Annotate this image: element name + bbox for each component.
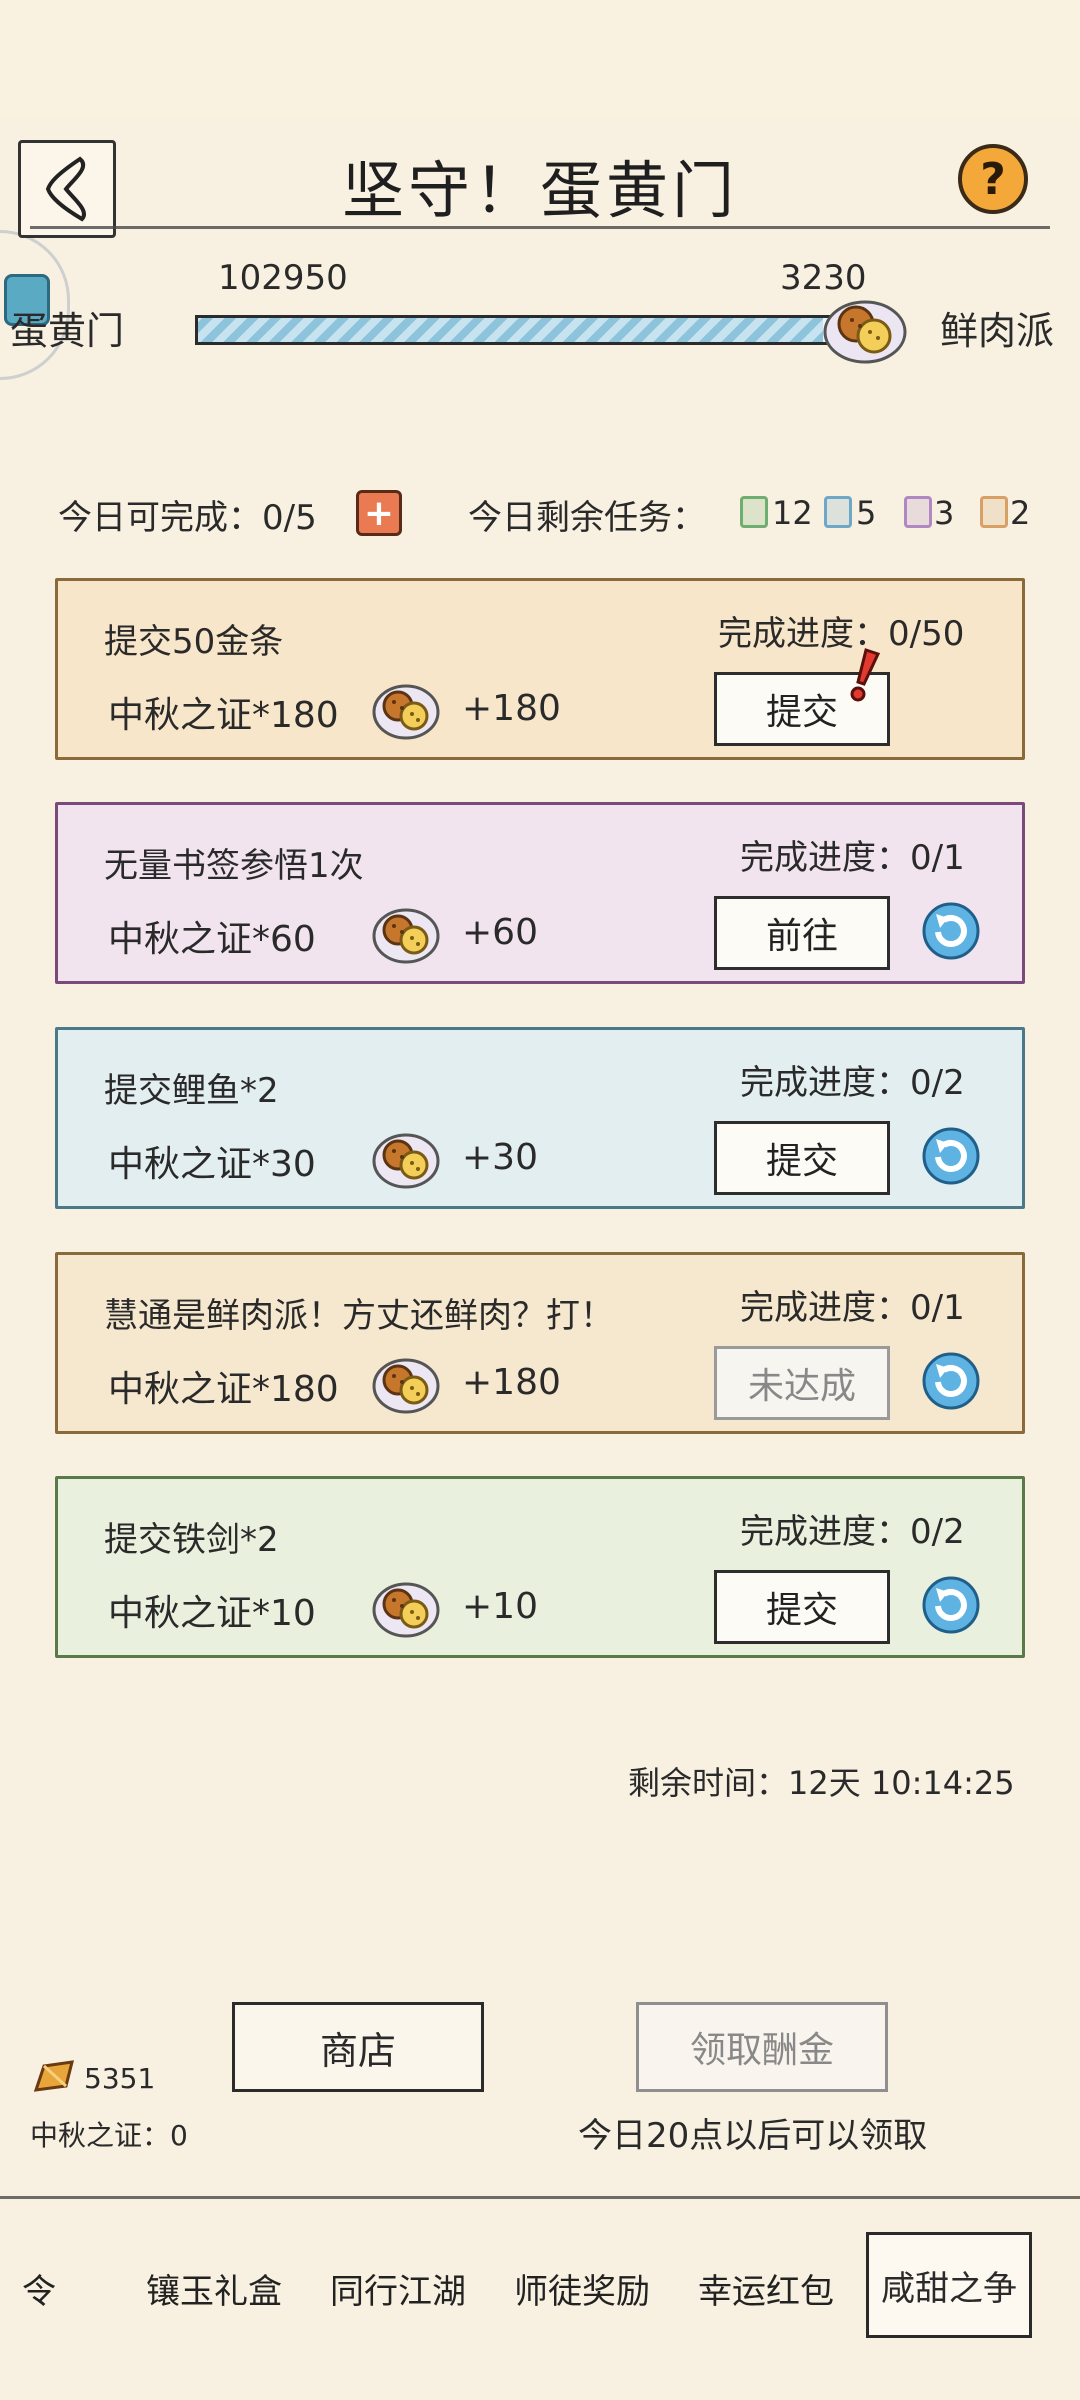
exclamation-icon: [848, 646, 882, 704]
mooncake-icon: [372, 1354, 440, 1414]
task-action-button[interactable]: 前往: [714, 896, 890, 970]
chip-orange-icon: [980, 496, 1008, 528]
daily-completable: 今日可完成：0/5: [58, 498, 317, 538]
chip-purple-count: 3: [934, 494, 955, 532]
task-progress: 完成进度：0/1: [740, 1288, 965, 1328]
task-progress: 完成进度：0/2: [740, 1512, 965, 1552]
left-score: 102950: [218, 258, 348, 298]
gold-count: 5351: [84, 2062, 156, 2095]
top-strip: [0, 0, 1080, 118]
task-title: 提交铁剑*2: [104, 1520, 279, 1560]
task-reward: 中秋之证*60: [108, 919, 316, 960]
refresh-icon[interactable]: [922, 902, 980, 960]
tab-mentor-reward[interactable]: 师徒奖励: [514, 2264, 650, 2313]
mooncake-icon: [372, 1578, 440, 1638]
refresh-icon[interactable]: [922, 1352, 980, 1410]
help-icon: ?: [980, 153, 1006, 205]
tab-lucky-envelope[interactable]: 幸运红包: [698, 2264, 834, 2313]
tab-partial[interactable]: 令: [22, 2264, 56, 2313]
faction-progress-fill: [198, 318, 823, 342]
faction-progress-bar: [195, 315, 845, 345]
tab-jade-gift[interactable]: 镶玉礼盒: [146, 2264, 282, 2313]
task-points: +10: [462, 1586, 538, 1627]
chip-green-icon: [740, 496, 768, 528]
claim-note: 今日20点以后可以领取: [578, 2116, 928, 2156]
refresh-icon[interactable]: [922, 1576, 980, 1634]
task-reward: 中秋之证*180: [108, 695, 339, 736]
chip-green-count: 12: [772, 494, 813, 532]
task-action-button[interactable]: 提交: [714, 1570, 890, 1644]
mooncake-icon: [372, 680, 440, 740]
gold-bar-icon: [30, 2058, 76, 2098]
plus-icon: +: [363, 492, 395, 534]
task-progress: 完成进度：0/50: [718, 614, 965, 654]
task-points: +180: [462, 1362, 561, 1403]
task-points: +60: [462, 912, 538, 953]
mooncake-icon: [372, 904, 440, 964]
task-reward: 中秋之证*30: [108, 1144, 316, 1185]
token-count: 中秋之证：0: [30, 2119, 188, 2152]
shop-button[interactable]: 商店: [232, 2002, 484, 2092]
task-action-button[interactable]: 提交: [714, 1121, 890, 1195]
task-progress: 完成进度：0/1: [740, 838, 965, 878]
daily-remaining-label: 今日剩余任务：: [468, 498, 706, 538]
task-reward: 中秋之证*10: [108, 1593, 316, 1634]
task-action-button[interactable]: 未达成: [714, 1346, 890, 1420]
bottom-divider: [0, 2196, 1080, 2199]
remaining-time: 剩余时间：12天 10:14:25: [628, 1764, 1015, 1802]
tab-sweet-savory[interactable]: 咸甜之争: [866, 2232, 1032, 2338]
task-title: 无量书签参悟1次: [104, 846, 364, 886]
chip-orange-count: 2: [1010, 494, 1031, 532]
task-reward: 中秋之证*180: [108, 1369, 339, 1410]
mooncake-icon: [822, 292, 908, 366]
chip-blue-count: 5: [856, 494, 877, 532]
task-points: +30: [462, 1137, 538, 1178]
task-title: 慧通是鲜肉派！方丈还鲜肉？打！: [104, 1296, 614, 1336]
task-points: +180: [462, 688, 561, 729]
refresh-icon[interactable]: [922, 1127, 980, 1185]
claim-reward-button[interactable]: 领取酬金: [636, 2002, 888, 2092]
help-button[interactable]: ?: [958, 144, 1028, 214]
chip-blue-icon: [824, 496, 852, 528]
header-divider: [30, 226, 1050, 229]
task-title: 提交50金条: [104, 622, 284, 662]
left-faction-label: 蛋黄门: [10, 309, 125, 353]
task-title: 提交鲤鱼*2: [104, 1071, 279, 1111]
tab-jianghu[interactable]: 同行江湖: [330, 2264, 466, 2313]
add-attempts-button[interactable]: +: [356, 490, 402, 536]
task-progress: 完成进度：0/2: [740, 1063, 965, 1103]
chip-purple-icon: [904, 496, 932, 528]
page-title: 坚守！蛋黄门: [341, 154, 738, 227]
right-faction-label: 鲜肉派: [940, 309, 1055, 353]
mooncake-icon: [372, 1129, 440, 1189]
